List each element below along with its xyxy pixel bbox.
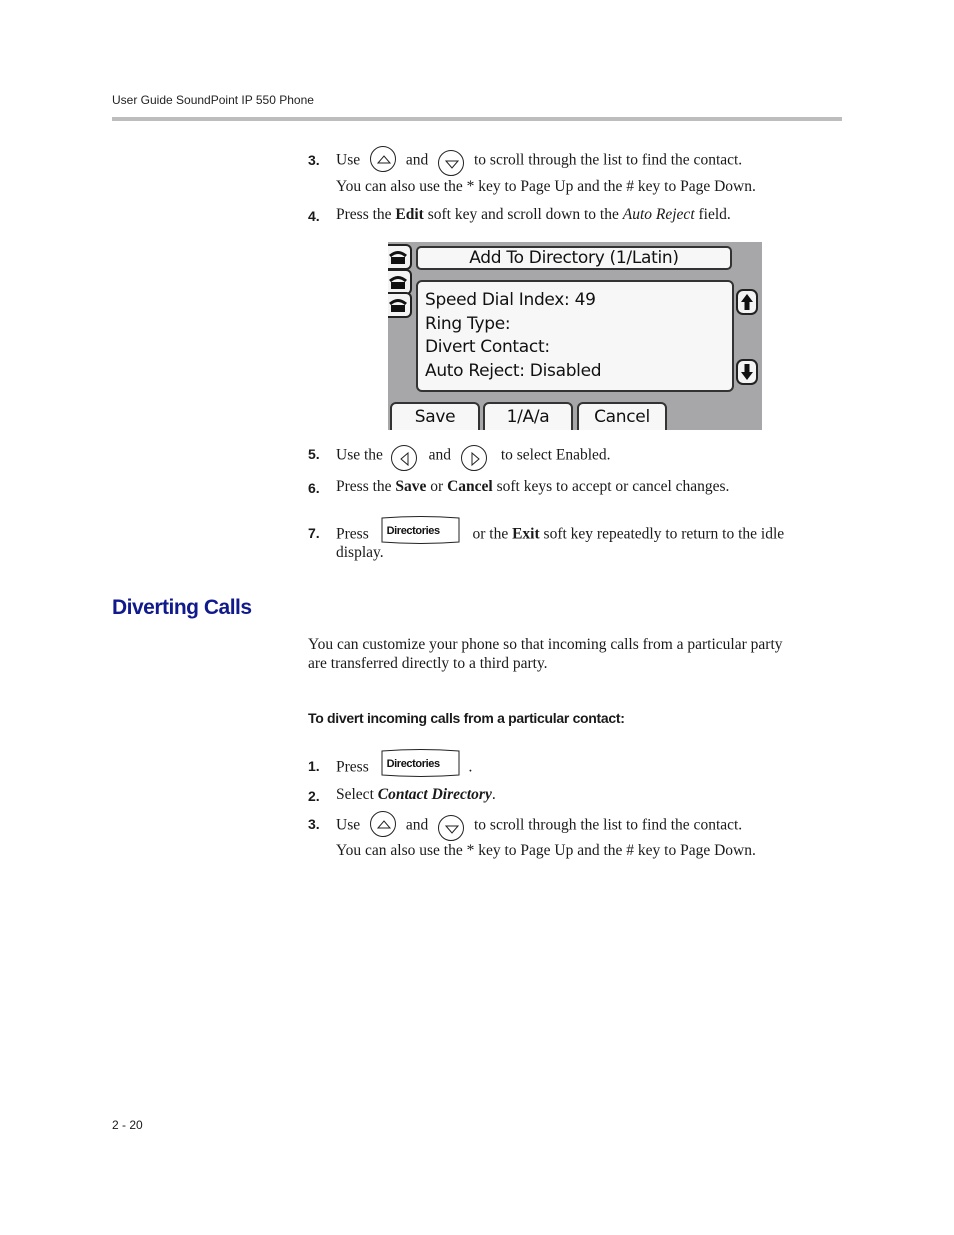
- menu-item-name: Contact Directory: [377, 786, 492, 803]
- scroll-up-icon: [736, 289, 758, 315]
- step-text: Use the: [336, 446, 383, 464]
- step-text: Press the: [336, 478, 396, 495]
- cancel-softkey-name: Cancel: [447, 478, 493, 495]
- step-number: 2.: [308, 788, 320, 804]
- step-text-continued: display.: [336, 544, 384, 561]
- phone-line-icon: [388, 292, 412, 318]
- field-speed-dial-index: Speed Dial Index: 49: [425, 290, 596, 310]
- step-text: soft key and scroll down to the: [423, 206, 623, 223]
- left-arrow-key-icon: [390, 445, 417, 471]
- edit-softkey-name: Edit: [395, 206, 424, 223]
- right-arrow-key-icon: [460, 445, 487, 471]
- step-text: Press: [336, 525, 369, 543]
- step-text: and: [405, 816, 429, 834]
- key-label: Directories: [386, 525, 440, 537]
- step-number: 7.: [308, 525, 320, 541]
- step-text: to select Enabled.: [500, 446, 611, 464]
- step-text: .: [491, 786, 496, 803]
- section-intro-line: You can customize your phone so that inc…: [308, 636, 783, 653]
- phone-line-icon: [388, 244, 412, 270]
- section-heading: Diverting Calls: [112, 596, 252, 619]
- step-text: or: [426, 478, 448, 495]
- step-text: to scroll through the list to find the c…: [474, 816, 743, 834]
- contact-fields-panel: Speed Dial Index: 49 Ring Type: Divert C…: [416, 280, 734, 392]
- save-softkey-name: Save: [395, 478, 427, 495]
- step-number: 1.: [308, 758, 320, 774]
- field-auto-reject: Auto Reject: Disabled: [425, 360, 602, 381]
- scroll-down-icon: [736, 359, 758, 385]
- step-number: 4.: [308, 208, 320, 224]
- procedure-heading: To divert incoming calls from a particul…: [308, 710, 625, 726]
- step-text: Use: [336, 151, 361, 169]
- up-arrow-key-icon: [369, 146, 396, 172]
- header-divider: [112, 117, 842, 121]
- step-text: or the: [472, 525, 513, 543]
- step-text: to scroll through the list to find the c…: [474, 151, 743, 169]
- step-text: and: [428, 446, 452, 464]
- softkey-save: Save: [390, 402, 480, 430]
- screen-title: Add To Directory (1/Latin): [416, 246, 732, 270]
- step-text: Press the: [336, 206, 396, 223]
- step-number: 6.: [308, 480, 320, 496]
- key-label: Directories: [386, 758, 440, 770]
- step-number: 3.: [308, 816, 320, 832]
- step-text: .: [468, 758, 473, 776]
- field-name: Auto Reject: [622, 206, 695, 223]
- page-number: 2 - 20: [112, 1118, 143, 1132]
- running-header: User Guide SoundPoint IP 550 Phone: [112, 93, 314, 107]
- phone-screen-screenshot: Add To Directory (1/Latin) Speed Dial In…: [388, 242, 762, 430]
- directories-key-icon: Directories: [381, 749, 460, 777]
- down-arrow-key-icon: [438, 150, 465, 176]
- softkey-cancel: Cancel: [577, 402, 667, 430]
- step-text: soft keys to accept or cancel changes.: [492, 478, 730, 495]
- directories-key-icon: Directories: [381, 516, 460, 544]
- step-text: Use: [336, 816, 361, 834]
- exit-softkey-name: Exit: [512, 525, 540, 543]
- step-text: and: [405, 151, 429, 169]
- field-divert-contact: Divert Contact:: [425, 337, 550, 357]
- step-text: field.: [694, 206, 731, 223]
- step-note: You can also use the * key to Page Up an…: [336, 178, 756, 195]
- down-arrow-key-icon: [438, 815, 465, 841]
- up-arrow-key-icon: [369, 811, 396, 837]
- step-number: 5.: [308, 446, 320, 462]
- field-ring-type: Ring Type:: [425, 313, 511, 334]
- step-note: You can also use the * key to Page Up an…: [336, 842, 756, 859]
- step-number: 3.: [308, 152, 320, 168]
- step-text: soft key repeatedly to return to the idl…: [539, 525, 785, 543]
- step-text: Press: [336, 758, 369, 776]
- softkey-input-mode: 1/A/a: [483, 402, 573, 430]
- step-text: Select: [336, 786, 378, 803]
- section-intro-line: are transferred directly to a third part…: [308, 655, 548, 672]
